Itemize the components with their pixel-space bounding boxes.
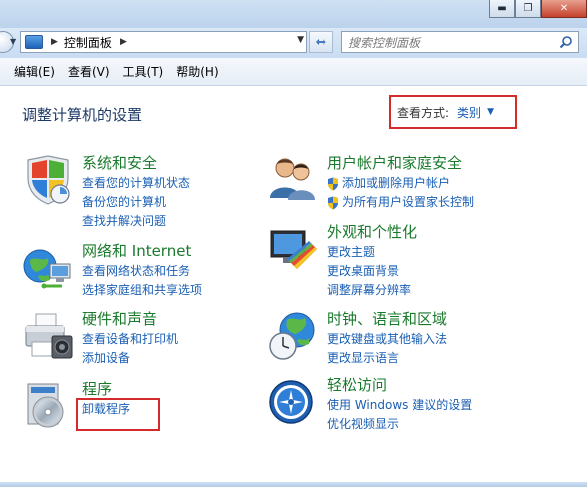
link-parental-controls[interactable]: 为所有用户设置家长控制 xyxy=(327,193,474,212)
chevron-down-icon[interactable]: ▼ xyxy=(487,107,494,117)
programs-cd-icon[interactable] xyxy=(22,380,74,432)
menu-bar: 编辑(E) 查看(V) 工具(T) 帮助(H) xyxy=(0,58,587,86)
link-view-network-status[interactable]: 查看网络状态和任务 xyxy=(82,262,202,281)
category-title[interactable]: 外观和个性化 xyxy=(327,221,417,242)
recent-pages-dropdown-icon[interactable]: ▼ xyxy=(10,37,16,46)
breadcrumb-arrow-icon[interactable]: ▶ xyxy=(120,37,127,47)
category-links: 查看设备和打印机 添加设备 xyxy=(82,330,178,368)
link-troubleshoot[interactable]: 查找并解决问题 xyxy=(82,212,190,231)
link-view-computer-status[interactable]: 查看您的计算机状态 xyxy=(82,174,190,193)
category-system-security: 系统和安全 查看您的计算机状态 备份您的计算机 查找并解决问题 xyxy=(22,152,252,228)
control-panel-content: 调整计算机的设置 查看方式: 类别 ▼ 系统和安全 查看您的计算机状态 备份您的… xyxy=(0,86,587,482)
category-clock-language-region: 时钟、语言和区域 更改键盘或其他输入法 更改显示语言 xyxy=(267,310,567,370)
category-title[interactable]: 系统和安全 xyxy=(82,152,157,173)
view-by-selector[interactable]: 查看方式: 类别 ▼ xyxy=(389,95,517,129)
category-links: 使用 Windows 建议的设置 优化视频显示 xyxy=(327,396,472,434)
category-title[interactable]: 轻松访问 xyxy=(327,374,387,395)
menu-view[interactable]: 查看(V) xyxy=(68,63,110,80)
menu-edit[interactable]: 编辑(E) xyxy=(14,63,55,80)
window-bottom-border xyxy=(0,482,587,487)
page-title: 调整计算机的设置 xyxy=(22,106,143,124)
printer-icon[interactable] xyxy=(22,310,74,362)
shield-flag-icon[interactable] xyxy=(22,154,74,206)
users-icon[interactable] xyxy=(267,154,319,206)
menu-help[interactable]: 帮助(H) xyxy=(176,63,218,80)
search-icon[interactable] xyxy=(559,35,573,49)
menu-tools[interactable]: 工具(T) xyxy=(123,63,164,80)
link-screen-resolution[interactable]: 调整屏幕分辨率 xyxy=(327,281,411,300)
close-icon[interactable]: ✕ xyxy=(541,0,587,18)
category-network-internet: 网络和 Internet 查看网络状态和任务 选择家庭组和共享选项 xyxy=(22,242,252,302)
search-placeholder: 搜索控制面板 xyxy=(348,35,421,50)
control-panel-icon xyxy=(25,35,43,49)
address-history-dropdown-icon[interactable]: ▼ xyxy=(297,35,304,45)
category-links: 更改主题 更改桌面背景 调整屏幕分辨率 xyxy=(327,243,411,300)
title-bar: ▬ ❐ ✕ xyxy=(0,0,587,28)
link-windows-suggested-settings[interactable]: 使用 Windows 建议的设置 xyxy=(327,396,472,415)
clock-globe-icon[interactable] xyxy=(267,310,319,362)
category-title[interactable]: 用户帐户和家庭安全 xyxy=(327,152,462,173)
refresh-button[interactable] xyxy=(309,31,333,53)
uac-shield-icon xyxy=(328,177,338,190)
highlight-uninstall-program xyxy=(76,398,160,431)
view-by-value[interactable]: 类别 xyxy=(457,104,481,121)
breadcrumb-arrow-icon[interactable]: ▶ xyxy=(51,37,58,47)
link-change-background[interactable]: 更改桌面背景 xyxy=(327,262,411,281)
network-globe-icon[interactable] xyxy=(22,242,74,294)
category-user-accounts: 用户帐户和家庭安全 添加或删除用户帐户 为所有用户设置家长控制 xyxy=(267,154,567,224)
category-links: 添加或删除用户帐户 为所有用户设置家长控制 xyxy=(327,174,474,212)
category-title[interactable]: 时钟、语言和区域 xyxy=(327,308,447,329)
link-add-device[interactable]: 添加设备 xyxy=(82,349,178,368)
category-appearance: 外观和个性化 更改主题 更改桌面背景 调整屏幕分辨率 xyxy=(267,223,567,299)
link-backup-computer[interactable]: 备份您的计算机 xyxy=(82,193,190,212)
link-label: 添加或删除用户帐户 xyxy=(342,176,451,190)
category-title[interactable]: 程序 xyxy=(82,378,112,399)
link-devices-printers[interactable]: 查看设备和打印机 xyxy=(82,330,178,349)
link-label: 为所有用户设置家长控制 xyxy=(342,195,475,209)
monitor-palette-icon[interactable] xyxy=(267,223,319,275)
link-optimize-video-display[interactable]: 优化视频显示 xyxy=(327,415,472,434)
view-by-label: 查看方式: xyxy=(397,105,450,120)
address-bar[interactable]: ▶ 控制面板 ▶ ▼ xyxy=(20,31,307,53)
search-input[interactable]: 搜索控制面板 xyxy=(341,31,579,53)
category-links: 更改键盘或其他输入法 更改显示语言 xyxy=(327,330,447,368)
category-title[interactable]: 网络和 Internet xyxy=(82,240,191,261)
category-title[interactable]: 硬件和声音 xyxy=(82,308,157,329)
category-hardware-sound: 硬件和声音 查看设备和打印机 添加设备 xyxy=(22,310,252,370)
ease-of-access-icon[interactable] xyxy=(267,376,319,428)
refresh-icon xyxy=(316,39,326,45)
category-links: 查看网络状态和任务 选择家庭组和共享选项 xyxy=(82,262,202,300)
link-add-remove-accounts[interactable]: 添加或删除用户帐户 xyxy=(327,174,474,193)
breadcrumb-control-panel[interactable]: 控制面板 xyxy=(64,34,112,51)
window-controls: ▬ ❐ ✕ xyxy=(489,0,587,18)
link-change-display-language[interactable]: 更改显示语言 xyxy=(327,349,447,368)
category-ease-of-access: 轻松访问 使用 Windows 建议的设置 优化视频显示 xyxy=(267,376,567,436)
category-links: 查看您的计算机状态 备份您的计算机 查找并解决问题 xyxy=(82,174,190,231)
address-toolbar: ▼ ▶ 控制面板 ▶ ▼ 搜索控制面板 xyxy=(0,28,587,58)
minimize-icon[interactable]: ▬ xyxy=(489,0,515,18)
link-change-theme[interactable]: 更改主题 xyxy=(327,243,411,262)
maximize-icon[interactable]: ❐ xyxy=(515,0,541,18)
link-change-input-method[interactable]: 更改键盘或其他输入法 xyxy=(327,330,447,349)
uac-shield-icon xyxy=(328,196,338,209)
link-homegroup-sharing[interactable]: 选择家庭组和共享选项 xyxy=(82,281,202,300)
